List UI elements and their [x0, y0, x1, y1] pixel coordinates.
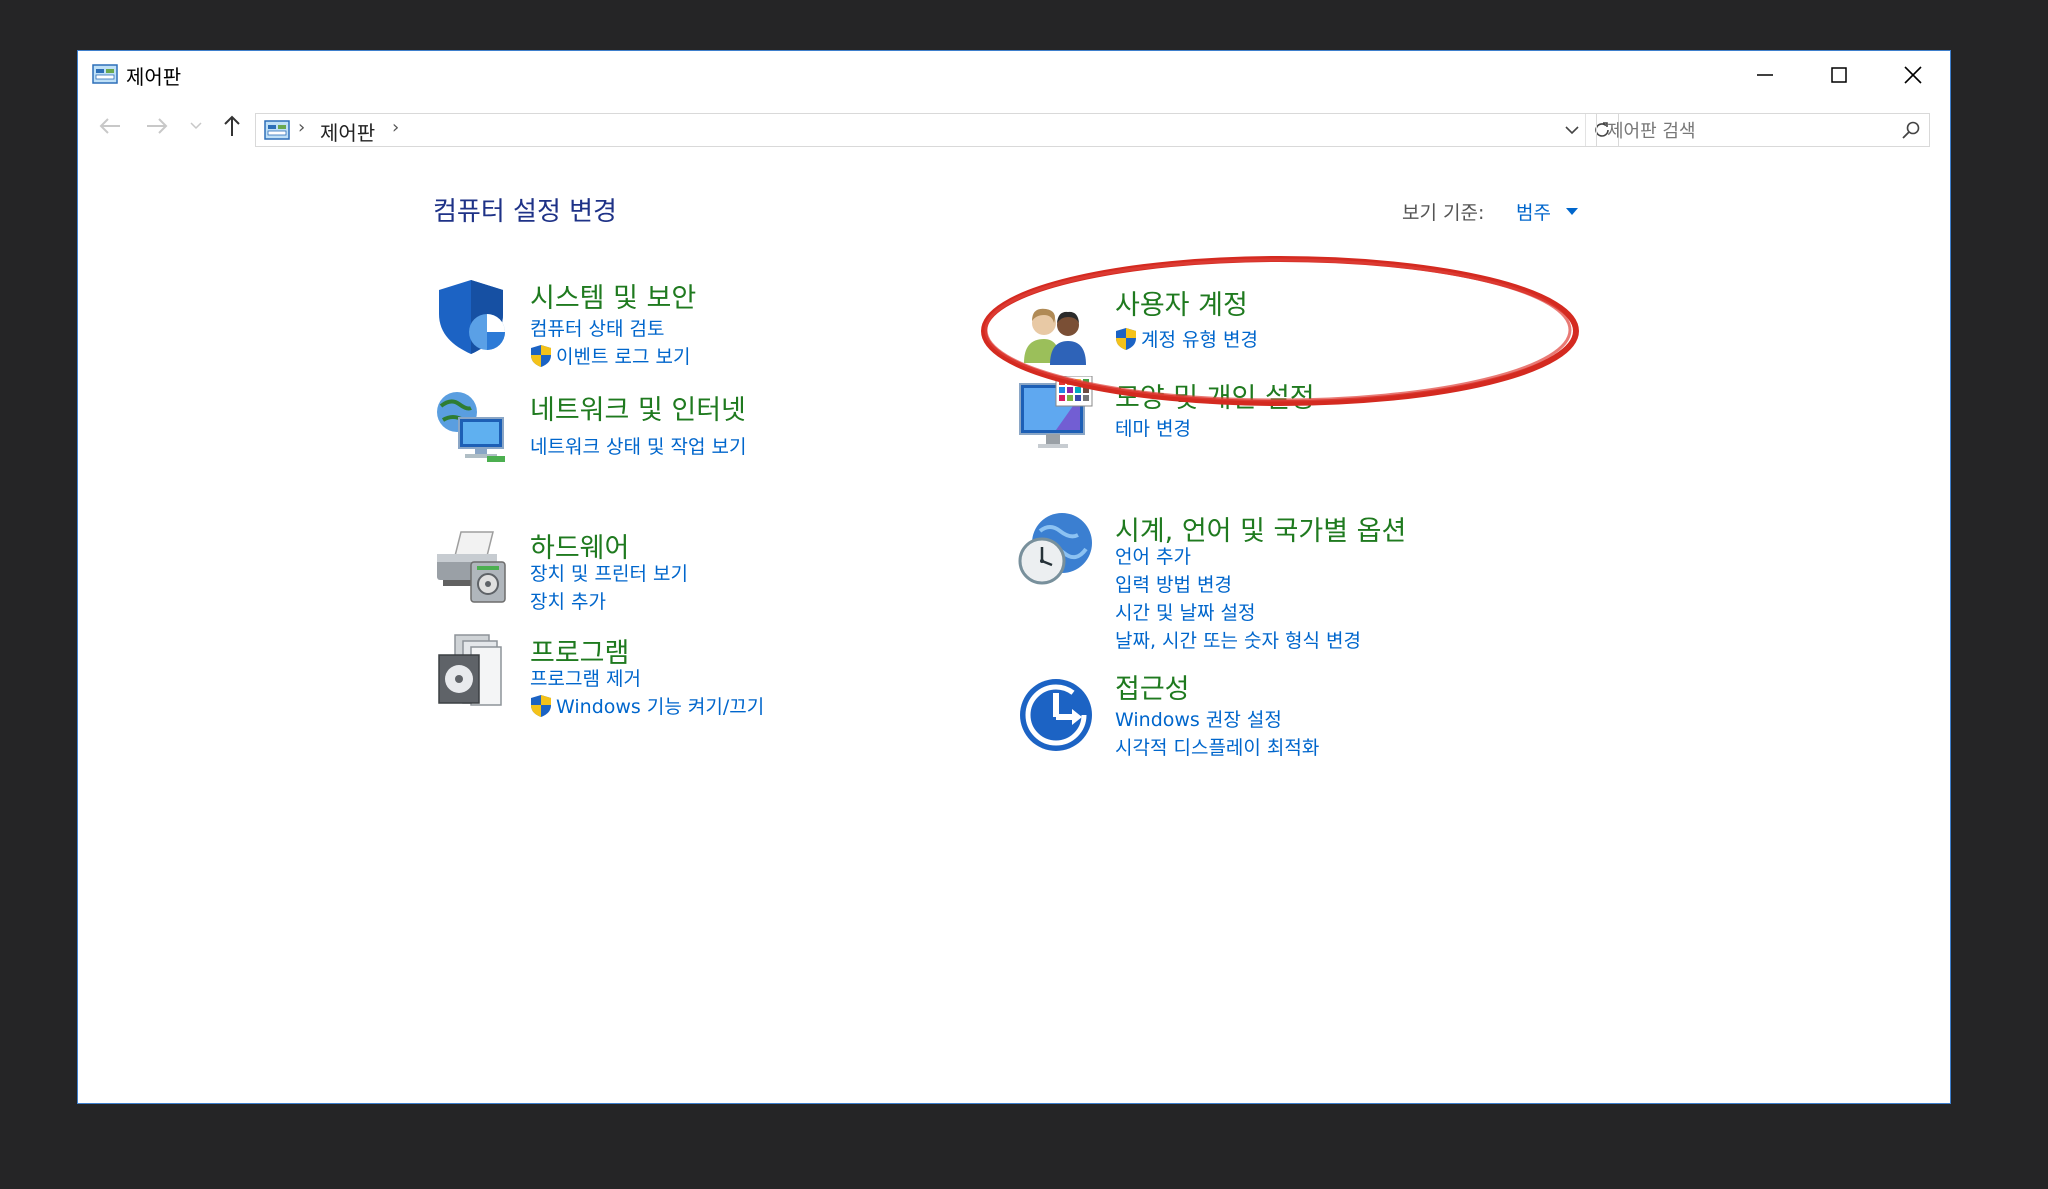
link-view-devices-printers[interactable]: 장치 및 프린터 보기: [530, 559, 688, 586]
clock-globe-icon[interactable]: [1016, 509, 1096, 589]
link-change-date-format[interactable]: 날짜, 시간 또는 숫자 형식 변경: [1115, 626, 1361, 653]
view-by-dropdown[interactable]: 범주: [1516, 198, 1551, 225]
breadcrumb-separator-icon[interactable]: ›: [298, 117, 305, 138]
link-review-computer-status[interactable]: 컴퓨터 상태 검토: [530, 314, 664, 341]
link-windows-features[interactable]: Windows 기능 켜기/끄기: [530, 692, 764, 719]
maximize-button[interactable]: [1802, 51, 1876, 99]
shield-icon[interactable]: [431, 276, 511, 356]
link-windows-recommended-settings[interactable]: Windows 권장 설정: [1115, 705, 1282, 732]
link-label: 이벤트 로그 보기: [556, 346, 691, 368]
address-bar[interactable]: › 제어판 ›: [255, 113, 1619, 147]
title-bar: 제어판: [78, 51, 1950, 99]
up-arrow-icon: [224, 115, 240, 136]
close-button[interactable]: [1876, 51, 1950, 99]
back-button[interactable]: [95, 109, 125, 143]
breadcrumb-separator-icon[interactable]: ›: [392, 117, 399, 138]
chevron-down-icon: [190, 122, 202, 130]
category-title[interactable]: 시스템 및 보안: [530, 276, 696, 315]
printer-icon[interactable]: [431, 526, 511, 606]
search-input[interactable]: [1605, 117, 1889, 145]
chevron-down-icon: [1565, 125, 1579, 134]
up-button[interactable]: [217, 109, 247, 143]
page-heading: 컴퓨터 설정 변경: [433, 197, 617, 227]
link-add-device[interactable]: 장치 추가: [530, 587, 606, 614]
category-system-security: 시스템 및 보안 컴퓨터 상태 검토 이벤트 로그 보기: [431, 276, 791, 386]
network-icon[interactable]: [431, 388, 511, 468]
control-panel-icon: [92, 64, 118, 84]
programs-icon[interactable]: [431, 631, 511, 711]
link-add-language[interactable]: 언어 추가: [1115, 542, 1191, 569]
category-title[interactable]: 접근성: [1115, 667, 1190, 706]
category-title[interactable]: 사용자 계정: [1115, 283, 1248, 322]
control-panel-icon: [264, 120, 290, 140]
link-optimize-visual-display[interactable]: 시각적 디스플레이 최적화: [1115, 733, 1319, 760]
control-panel-window: 제어판 › 제어판 › 제어판 검색 컴퓨터 설정 변경 보기 기준: 범주 시…: [77, 50, 1951, 1104]
window-title: 제어판: [126, 65, 182, 89]
users-icon[interactable]: [1016, 293, 1096, 373]
uac-shield-icon: [1116, 328, 1136, 350]
caret-down-icon[interactable]: [1566, 208, 1578, 216]
link-label: 계정 유형 변경: [1141, 329, 1258, 351]
uac-shield-icon: [531, 345, 551, 367]
category-programs: 프로그램 프로그램 제거 Windows 기능 켜기/끄기: [431, 631, 811, 721]
forward-button[interactable]: [142, 109, 172, 143]
category-hardware: 하드웨어 장치 및 프린터 보기 장치 추가: [431, 526, 791, 616]
category-clock-language-region: 시계, 언어 및 국가별 옵션 언어 추가 입력 방법 변경 시간 및 날짜 설…: [1016, 509, 1436, 659]
address-dropdown-button[interactable]: [1558, 114, 1586, 146]
search-box[interactable]: [1596, 113, 1930, 147]
link-uninstall-program[interactable]: 프로그램 제거: [530, 664, 641, 691]
close-icon: [1904, 66, 1922, 84]
uac-shield-icon: [531, 695, 551, 717]
category-network-internet: 네트워크 및 인터넷 네트워크 상태 및 작업 보기: [431, 388, 811, 468]
link-set-time-date[interactable]: 시간 및 날짜 설정: [1115, 598, 1255, 625]
link-view-network-status[interactable]: 네트워크 상태 및 작업 보기: [530, 432, 746, 459]
category-user-accounts: 사용자 계정 계정 유형 변경: [1016, 283, 1356, 373]
link-change-account-type[interactable]: 계정 유형 변경: [1115, 325, 1258, 352]
minimize-button[interactable]: [1728, 51, 1802, 99]
forward-arrow-icon: [147, 118, 168, 134]
back-arrow-icon: [99, 118, 120, 134]
link-change-input-method[interactable]: 입력 방법 변경: [1115, 570, 1232, 597]
category-title[interactable]: 모양 및 개인 설정: [1115, 376, 1315, 415]
category-appearance: 모양 및 개인 설정 테마 변경: [1016, 376, 1376, 466]
category-accessibility: 접근성 Windows 권장 설정 시각적 디스플레이 최적화: [1016, 667, 1376, 760]
maximize-icon: [1831, 67, 1847, 83]
view-by-label: 보기 기준:: [1402, 202, 1485, 224]
monitor-palette-icon[interactable]: [1016, 376, 1096, 456]
search-icon[interactable]: [1901, 120, 1921, 140]
link-change-theme[interactable]: 테마 변경: [1115, 414, 1191, 441]
accessibility-icon[interactable]: [1016, 675, 1096, 755]
breadcrumb-item[interactable]: 제어판: [320, 117, 375, 146]
category-title[interactable]: 네트워크 및 인터넷: [530, 388, 746, 427]
minimize-icon: [1757, 74, 1773, 76]
link-view-event-logs[interactable]: 이벤트 로그 보기: [530, 342, 690, 369]
link-label: Windows 기능 켜기/끄기: [556, 696, 765, 718]
recent-locations-button[interactable]: [187, 109, 205, 143]
